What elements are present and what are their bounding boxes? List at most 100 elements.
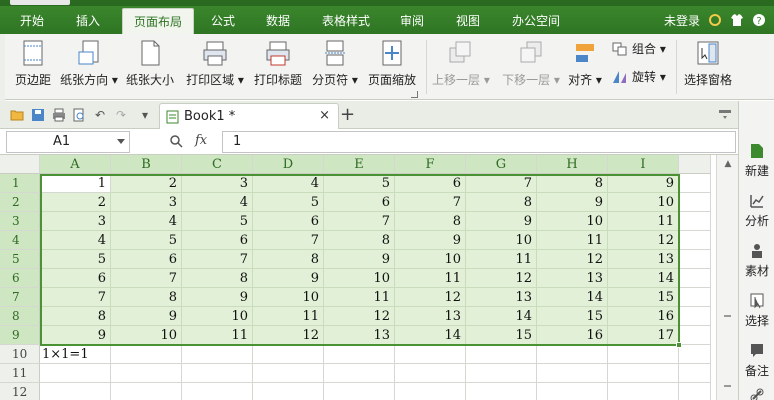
table-cell[interactable] [395, 364, 466, 383]
table-cell[interactable]: 1×1=1 [40, 345, 111, 364]
table-cell[interactable]: 8 [253, 250, 324, 269]
table-cell[interactable] [40, 383, 111, 400]
tab-home[interactable]: 开始 [6, 8, 58, 34]
close-tab-icon[interactable]: × [319, 108, 330, 123]
table-cell[interactable]: 9 [182, 288, 253, 307]
table-cell[interactable]: 17 [608, 326, 679, 345]
bring-forward-button[interactable]: 上移一层 ▾ [432, 34, 490, 100]
row-header[interactable]: 3 [0, 212, 40, 231]
orientation-button[interactable]: 纸张方向 ▾ [58, 34, 120, 100]
table-cell[interactable]: 10 [324, 269, 395, 288]
column-header[interactable]: I [608, 155, 679, 174]
scroll-up-icon[interactable]: ▲ [722, 159, 734, 169]
selection-pane-button[interactable]: 选择窗格 [680, 34, 736, 100]
table-cell[interactable]: 7 [395, 193, 466, 212]
table-cell[interactable]: 8 [182, 269, 253, 288]
table-cell[interactable] [679, 307, 711, 326]
table-cell[interactable]: 9 [537, 193, 608, 212]
table-cell[interactable] [537, 364, 608, 383]
row-header[interactable]: 1 [0, 174, 40, 193]
column-header[interactable]: A [40, 155, 111, 174]
table-cell[interactable]: 5 [111, 231, 182, 250]
table-cell[interactable]: 15 [466, 326, 537, 345]
row-header[interactable]: 2 [0, 193, 40, 212]
table-cell[interactable]: 11 [608, 212, 679, 231]
table-cell[interactable]: 12 [537, 250, 608, 269]
table-cell[interactable] [679, 269, 711, 288]
table-cell[interactable]: 6 [324, 193, 395, 212]
quick-access-dropdown-icon[interactable]: ▾ [138, 108, 152, 122]
dialog-launcher-icon[interactable] [411, 91, 418, 98]
table-cell[interactable] [679, 212, 711, 231]
table-cell[interactable]: 8 [324, 231, 395, 250]
table-cell[interactable] [679, 364, 711, 383]
column-header[interactable]: F [395, 155, 466, 174]
row-header[interactable]: 9 [0, 326, 40, 345]
tab-office-space[interactable]: 办公空间 [500, 8, 572, 34]
column-header[interactable]: C [182, 155, 253, 174]
table-cell[interactable]: 10 [111, 326, 182, 345]
table-cell[interactable]: 10 [608, 193, 679, 212]
table-cell[interactable] [679, 345, 711, 364]
rotate-button[interactable]: 旋转 ▾ [612, 66, 672, 88]
send-backward-button[interactable]: 下移一层 ▾ [500, 34, 562, 100]
login-status[interactable]: 未登录 [664, 8, 700, 34]
tab-formulas[interactable]: 公式 [200, 8, 246, 34]
table-cell[interactable]: 11 [253, 307, 324, 326]
table-cell[interactable] [253, 364, 324, 383]
table-cell[interactable]: 7 [182, 250, 253, 269]
table-cell[interactable] [182, 383, 253, 400]
table-cell[interactable] [608, 383, 679, 400]
table-cell[interactable]: 4 [182, 193, 253, 212]
table-cell[interactable] [537, 383, 608, 400]
table-cell[interactable]: 8 [111, 288, 182, 307]
table-cell[interactable]: 15 [537, 307, 608, 326]
task-new-button[interactable]: 新建 [739, 137, 774, 187]
table-cell[interactable]: 11 [182, 326, 253, 345]
table-cell[interactable] [111, 383, 182, 400]
table-cell[interactable]: 13 [324, 326, 395, 345]
table-cell[interactable] [466, 364, 537, 383]
task-link-button[interactable] [739, 381, 774, 400]
table-cell[interactable]: 13 [537, 269, 608, 288]
table-cell[interactable] [395, 383, 466, 400]
row-header[interactable]: 7 [0, 288, 40, 307]
column-header[interactable] [679, 155, 711, 174]
table-cell[interactable]: 7 [111, 269, 182, 288]
new-tab-button[interactable]: + [340, 104, 355, 126]
table-cell[interactable]: 4 [111, 212, 182, 231]
open-folder-icon[interactable] [10, 108, 24, 122]
table-cell[interactable] [679, 383, 711, 400]
task-analyze-button[interactable]: 分析 [739, 187, 774, 237]
fill-handle[interactable] [676, 342, 682, 348]
table-cell[interactable]: 5 [40, 250, 111, 269]
table-cell[interactable] [182, 364, 253, 383]
column-header[interactable]: E [324, 155, 395, 174]
formula-input[interactable]: 1 [222, 131, 736, 153]
table-cell[interactable] [253, 345, 324, 364]
vertical-scrollbar[interactable]: ▲ [716, 155, 738, 400]
table-cell[interactable] [324, 383, 395, 400]
paper-size-button[interactable]: 纸张大小 [122, 34, 178, 100]
table-cell[interactable]: 16 [608, 307, 679, 326]
table-cell[interactable]: 5 [182, 212, 253, 231]
task-material-button[interactable]: 素材 [739, 237, 774, 287]
table-cell[interactable] [679, 288, 711, 307]
redo-icon[interactable]: ↷ [114, 108, 128, 122]
table-cell[interactable]: 12 [395, 288, 466, 307]
page-break-button[interactable]: 分页符 ▾ [308, 34, 362, 100]
table-cell[interactable]: 16 [537, 326, 608, 345]
table-cell[interactable] [111, 345, 182, 364]
table-cell[interactable]: 10 [537, 212, 608, 231]
print-area-button[interactable]: 打印区域 ▾ [184, 34, 246, 100]
column-header[interactable]: H [537, 155, 608, 174]
table-cell[interactable] [324, 345, 395, 364]
table-cell[interactable]: 12 [253, 326, 324, 345]
table-cell[interactable]: 9 [395, 231, 466, 250]
table-cell[interactable] [466, 383, 537, 400]
table-cell[interactable]: 11 [537, 231, 608, 250]
table-cell[interactable]: 14 [466, 307, 537, 326]
table-cell[interactable]: 7 [324, 212, 395, 231]
table-cell[interactable]: 3 [40, 212, 111, 231]
table-cell[interactable]: 10 [253, 288, 324, 307]
